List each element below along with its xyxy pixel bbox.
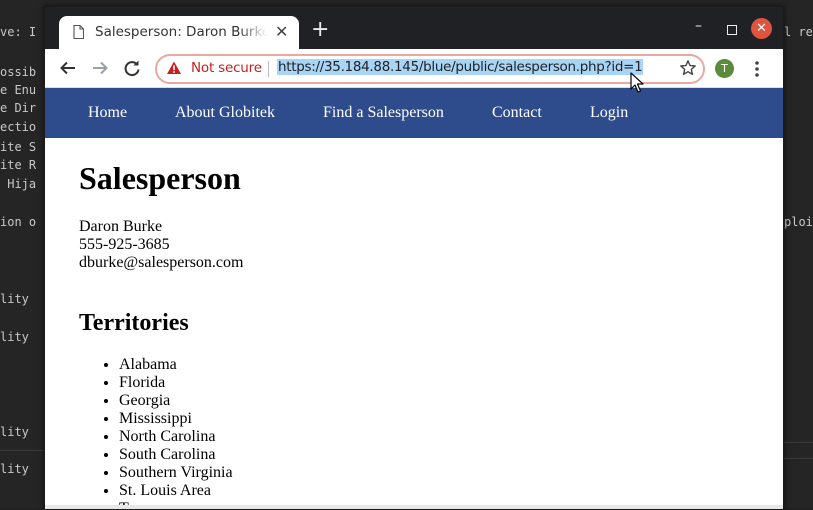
territories-heading: Territories (79, 310, 189, 336)
territory-item: Southern Virginia (119, 464, 233, 482)
page-title: Salesperson (79, 160, 241, 196)
mouse-cursor-icon (630, 72, 644, 93)
terminal-line: ion o (0, 215, 37, 229)
terminal-line: e Dir (0, 101, 37, 115)
warning-icon (167, 61, 181, 74)
terminal-line: lity (0, 425, 29, 439)
terminal-divider (782, 458, 813, 459)
terminal-divider (0, 450, 44, 451)
terminal-line: ossib (0, 65, 37, 79)
tab-strip: Salesperson: Daron Burke ✕ + – ✕ (45, 7, 783, 49)
not-secure-label[interactable]: Not secure (191, 60, 262, 76)
horizontal-scrollbar[interactable] (45, 505, 783, 509)
territory-list: Alabama Florida Georgia Mississippi Nort… (79, 356, 233, 509)
terminal-line: lity (0, 292, 29, 306)
nav-link-contact[interactable]: Contact (492, 104, 542, 122)
browser-tab[interactable]: Salesperson: Daron Burke ✕ (59, 16, 299, 49)
address-bar[interactable]: Not secure https://35.184.88.145/blue/pu… (155, 54, 705, 84)
new-tab-button[interactable]: + (311, 19, 329, 41)
url-text[interactable]: https://35.184.88.145/blue/public/salesp… (277, 59, 644, 75)
page-icon (73, 25, 84, 39)
territory-item: St. Louis Area (119, 482, 233, 500)
browser-toolbar: Not secure https://35.184.88.145/blue/pu… (45, 49, 783, 88)
nav-link-find-salesperson[interactable]: Find a Salesperson (323, 104, 444, 122)
territory-item: Georgia (119, 392, 233, 410)
terminal-line: ve: I (0, 25, 37, 39)
profile-avatar[interactable]: T (715, 59, 734, 78)
terminal-line: lity (0, 462, 29, 476)
browser-window: Salesperson: Daron Burke ✕ + – ✕ Not sec… (44, 6, 784, 510)
menu-dots-icon[interactable] (753, 60, 761, 78)
reload-icon[interactable] (121, 57, 143, 79)
maximize-button[interactable] (727, 25, 737, 35)
territory-item: North Carolina (119, 428, 233, 446)
terminal-line: ploit (784, 215, 813, 229)
salesperson-email: dburke@salesperson.com (79, 254, 244, 271)
site-navigation: Home About Globitek Find a Salesperson C… (45, 88, 783, 138)
territory-item: Alabama (119, 356, 233, 374)
terminal-divider (782, 442, 813, 443)
territory-item: South Carolina (119, 446, 233, 464)
territory-item: Mississippi (119, 410, 233, 428)
page-content: Salesperson Daron Burke 555-925-3685 dbu… (45, 138, 783, 509)
nav-link-about[interactable]: About Globitek (175, 104, 275, 122)
close-tab-icon[interactable]: ✕ (275, 24, 288, 40)
territory-item: Florida (119, 374, 233, 392)
salesperson-phone: 555-925-3685 (79, 236, 170, 253)
terminal-line: ectio (0, 120, 37, 134)
salesperson-name: Daron Burke (79, 218, 163, 235)
bookmark-star-icon[interactable] (679, 59, 697, 77)
nav-link-login[interactable]: Login (590, 104, 628, 122)
tab-title: Salesperson: Daron Burke (95, 24, 267, 40)
close-window-button[interactable]: ✕ (751, 18, 772, 39)
terminal-line: ite R (0, 158, 37, 172)
forward-arrow-icon[interactable] (89, 57, 111, 79)
terminal-line: ite S (0, 140, 37, 154)
minimize-button[interactable]: – (695, 19, 702, 33)
terminal-line: e Enu (0, 83, 37, 97)
back-arrow-icon[interactable] (57, 57, 79, 79)
terminal-line: lity (0, 330, 29, 344)
terminal-line: Hija (0, 177, 37, 191)
address-divider (268, 61, 269, 77)
terminal-line: l red (784, 25, 813, 39)
nav-link-home[interactable]: Home (88, 104, 127, 122)
